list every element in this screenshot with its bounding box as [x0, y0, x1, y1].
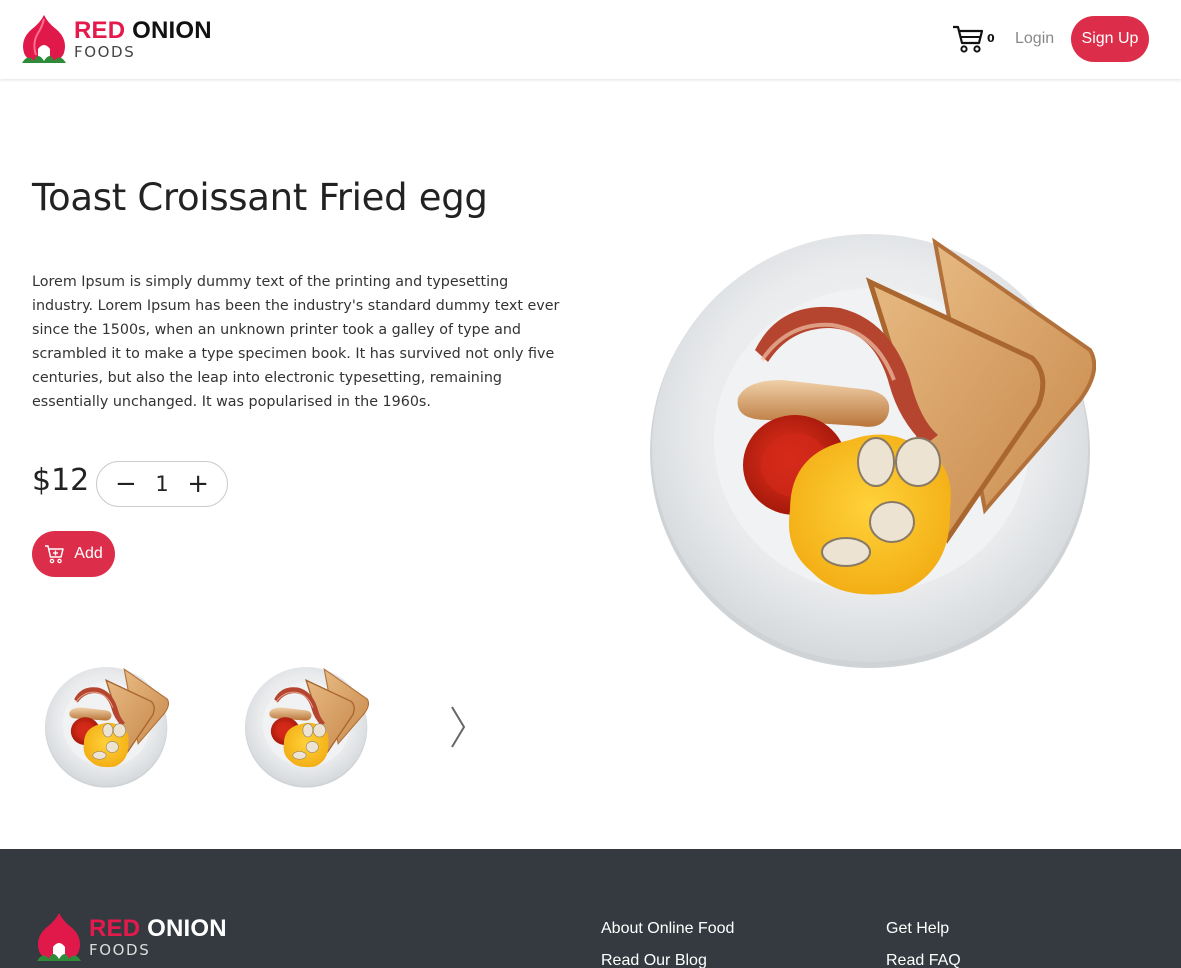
brand-name-red: RED [74, 16, 126, 44]
site-header: RED ONION FOODS 0 Login Sign Up [0, 0, 1181, 79]
increase-quantity-button[interactable]: + [187, 471, 209, 497]
quantity-value: 1 [155, 472, 169, 496]
cart-add-icon [45, 545, 65, 564]
footer-brand-name-red: RED [89, 914, 141, 942]
brand-sub: FOODS [74, 42, 136, 61]
footer-link-help[interactable]: Get Help [886, 920, 949, 938]
cart-button[interactable]: 0 [952, 24, 1000, 56]
footer-link-blog[interactable]: Read Our Blog [601, 952, 707, 968]
footer-link-about[interactable]: About Online Food [601, 920, 734, 938]
cart-icon [953, 25, 984, 53]
onion-logo-icon [37, 913, 81, 961]
footer-brand-name-dark: ONION [147, 914, 227, 942]
login-link[interactable]: Login [1015, 30, 1054, 48]
footer-brand-sub: FOODS [89, 940, 151, 959]
footer-brand-logo[interactable]: RED ONION FOODS [33, 911, 227, 963]
chevron-right-icon[interactable] [446, 703, 470, 751]
signup-button[interactable]: Sign Up [1071, 16, 1149, 62]
onion-logo-icon [22, 15, 66, 63]
product-hero-image [650, 230, 1096, 670]
add-button-label: Add [74, 545, 103, 562]
product-description: Lorem Ipsum is simply dummy text of the … [32, 274, 560, 410]
quantity-stepper: − 1 + [96, 461, 228, 507]
product-thumbnail[interactable] [45, 665, 169, 789]
product-price: $12 [32, 463, 90, 498]
site-footer: RED ONION FOODS About Online Food Read O… [0, 849, 1181, 968]
product-title: Toast Croissant Fried egg [32, 176, 488, 219]
add-to-cart-button[interactable]: Add [32, 531, 115, 577]
cart-count-badge: 0 [987, 32, 995, 45]
product-thumbnail[interactable] [245, 665, 369, 789]
brand-logo[interactable]: RED ONION FOODS [18, 13, 212, 65]
brand-name-dark: ONION [132, 16, 212, 44]
decrease-quantity-button[interactable]: − [115, 471, 137, 497]
footer-link-faq[interactable]: Read FAQ [886, 952, 961, 968]
